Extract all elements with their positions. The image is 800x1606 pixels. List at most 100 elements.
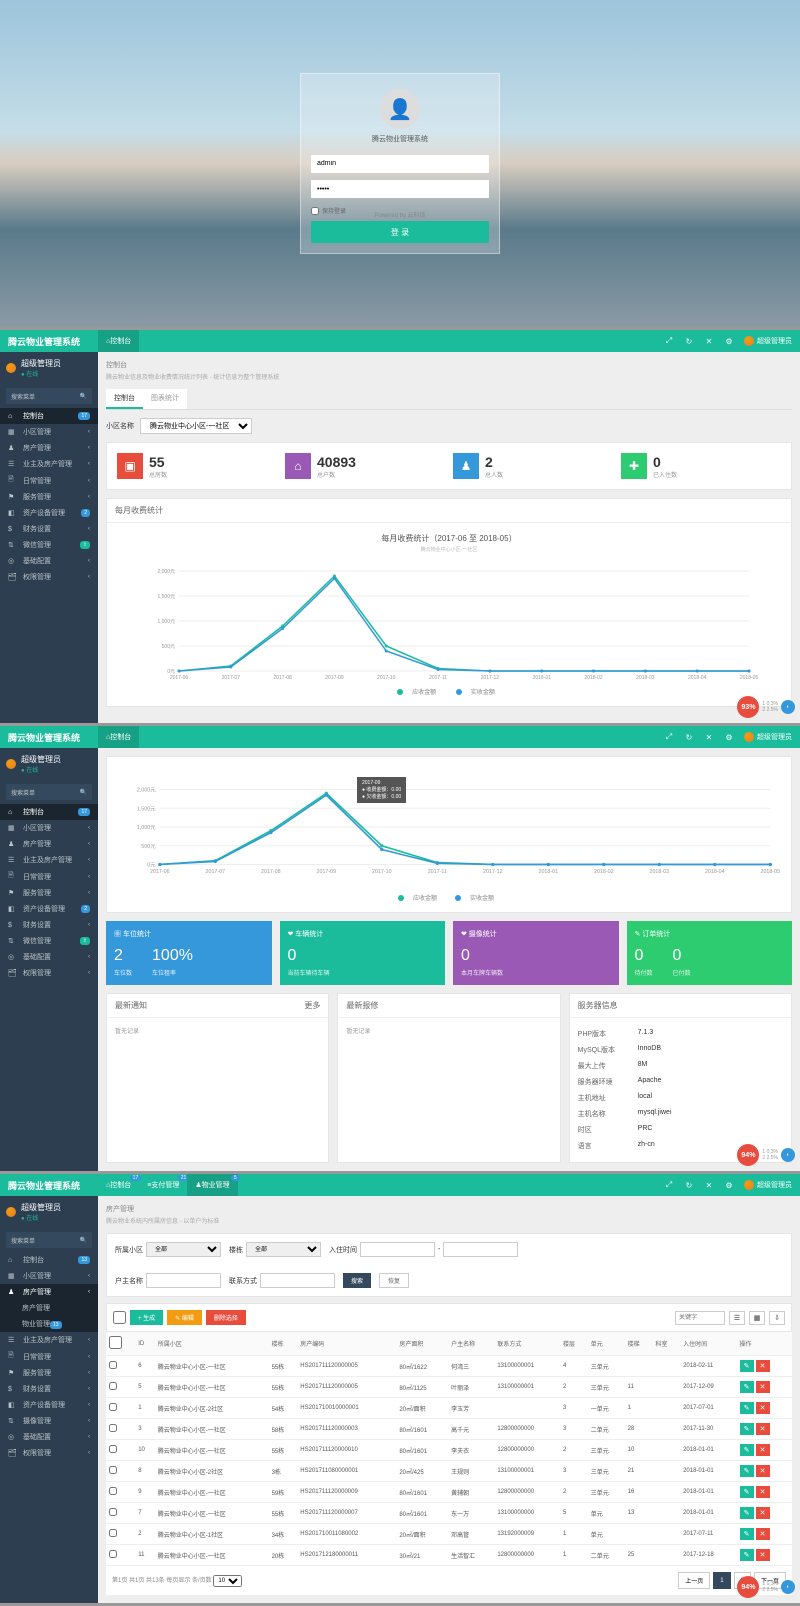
select-all-checkbox[interactable]	[113, 1311, 126, 1324]
delete-icon[interactable]: ✕	[756, 1528, 770, 1540]
sidebar-item[interactable]: ⚑服务管理‹	[0, 489, 98, 505]
delete-icon[interactable]: ✕	[756, 1360, 770, 1372]
edit-icon[interactable]: ✎	[740, 1360, 754, 1372]
sidebar-item[interactable]: 🗂权限管理‹	[0, 965, 98, 981]
sidebar-item[interactable]: $财务设置‹	[0, 1381, 98, 1397]
sidebar-item[interactable]: ⚑服务管理‹	[0, 885, 98, 901]
sidebar-item[interactable]: 🗂权限管理‹	[0, 1445, 98, 1461]
tab-property[interactable]: ♟ 物业管理5	[187, 1174, 237, 1196]
delete-icon[interactable]: ✕	[756, 1381, 770, 1393]
delete-button[interactable]: 删除选择	[206, 1310, 246, 1325]
sidebar-item[interactable]: ◎基础配置‹	[0, 1429, 98, 1445]
tab-dashboard[interactable]: ⌂ 控制台	[98, 726, 139, 748]
sidebar-item[interactable]: ♟房产管理‹	[0, 836, 98, 852]
sidebar-item[interactable]: $财务设置‹	[0, 521, 98, 537]
edit-icon[interactable]: ✎	[740, 1507, 754, 1519]
sidebar-item[interactable]: ◎基础配置‹	[0, 553, 98, 569]
sidebar-item[interactable]: ⇅微信管理⇧	[0, 933, 98, 949]
delete-icon[interactable]: ✕	[756, 1402, 770, 1414]
sidebar-item[interactable]: ◧资产设备管理2	[0, 901, 98, 917]
subtab-dashboard[interactable]: 控制台	[106, 389, 143, 409]
table-row[interactable]: 7腾云物业中心小区-一社区55栋HS20171112000000780㎡/160…	[106, 1503, 792, 1524]
delete-icon[interactable]: ✕	[756, 1507, 770, 1519]
search-button[interactable]: 搜索	[343, 1273, 371, 1288]
filter-date-from[interactable]	[360, 1242, 435, 1257]
fullscreen-icon[interactable]: ⤢	[664, 732, 674, 742]
page-1[interactable]: 1	[713, 1572, 730, 1589]
export-icon[interactable]: ⇩	[769, 1311, 785, 1325]
table-row[interactable]: 8腾云物业中心小区-2社区3栋HS20171108000000120㎡/425王…	[106, 1461, 792, 1482]
sidebar-item[interactable]: $财务设置‹	[0, 917, 98, 933]
table-row[interactable]: 11腾云物业中心小区-一社区20栋HS20171218000001130㎡/21…	[106, 1545, 792, 1566]
edit-icon[interactable]: ✎	[740, 1444, 754, 1456]
table-search[interactable]	[675, 1311, 725, 1325]
sidebar-item[interactable]: 🗂权限管理‹	[0, 569, 98, 585]
sidebar-item[interactable]: ▦小区管理‹	[0, 820, 98, 836]
add-button[interactable]: + 生成	[130, 1310, 163, 1325]
table-row[interactable]: 10腾云物业中心小区-一社区55栋HS20171112000001080㎡/16…	[106, 1440, 792, 1461]
sidebar-item[interactable]: ☰业主及房产管理‹	[0, 852, 98, 868]
view-list-icon[interactable]: ☰	[729, 1311, 745, 1325]
sidebar-item[interactable]: ◎基础配置‹	[0, 949, 98, 965]
tab-dashboard[interactable]: ⌂ 控制台	[98, 330, 139, 352]
sidebar-item[interactable]: ⌂控制台13	[0, 1252, 98, 1268]
close-icon[interactable]: ✕	[704, 732, 714, 742]
sidebar-item[interactable]: ♟房产管理‹	[0, 440, 98, 456]
table-row[interactable]: 5腾云物业中心小区-一社区55栋HS20171112000000580㎡/112…	[106, 1377, 792, 1398]
table-row[interactable]: 6腾云物业中心小区-一社区55栋HS20171112000000580㎡/162…	[106, 1356, 792, 1377]
edit-icon[interactable]: ✎	[740, 1465, 754, 1477]
edit-icon[interactable]: ✎	[740, 1402, 754, 1414]
delete-icon[interactable]: ✕	[756, 1465, 770, 1477]
sidebar-item[interactable]: ◧资产设备管理‹	[0, 1397, 98, 1413]
subtab-chart[interactable]: 图表统计	[143, 389, 187, 409]
sidebar-item[interactable]: ⌂控制台17	[0, 408, 98, 424]
export-button[interactable]: ✎ 编辑	[167, 1310, 202, 1325]
table-row[interactable]: 2腾云物业中心小区-1社区34栋HS20171001108000220㎡/面积邓…	[106, 1524, 792, 1545]
table-row[interactable]: 1腾云物业中心小区-2社区54栋HS20171001000000120㎡/面积李…	[106, 1398, 792, 1419]
filter-community[interactable]: 全部	[146, 1242, 221, 1257]
refresh-icon[interactable]: ↻	[684, 732, 694, 742]
sidebar-item[interactable]: 🗎日常管理‹	[0, 1348, 98, 1365]
tab-payment[interactable]: ≡ 支付管理21	[139, 1174, 187, 1196]
sidebar-item[interactable]: ▦小区管理‹	[0, 424, 98, 440]
filter-owner[interactable]	[146, 1273, 221, 1288]
login-button[interactable]: 登 录	[311, 221, 489, 243]
table-row[interactable]: 9腾云物业中心小区-一社区59栋HS20171112000000980㎡/160…	[106, 1482, 792, 1503]
sidebar-item[interactable]: 🗎日常管理‹	[0, 868, 98, 885]
sidebar-item[interactable]: 物业管理13	[0, 1316, 98, 1332]
edit-icon[interactable]: ✎	[740, 1381, 754, 1393]
edit-icon[interactable]: ✎	[740, 1528, 754, 1540]
sidebar-item[interactable]: ♟房产管理‹	[0, 1284, 98, 1300]
close-icon[interactable]: ✕	[704, 336, 714, 346]
edit-icon[interactable]: ✎	[740, 1549, 754, 1561]
sidebar-item[interactable]: ☰业主及房产管理‹	[0, 1332, 98, 1348]
delete-icon[interactable]: ✕	[756, 1486, 770, 1498]
sidebar-item[interactable]: ⇅微信管理⇧	[0, 537, 98, 553]
view-grid-icon[interactable]: ▦	[749, 1311, 765, 1325]
password-input[interactable]	[311, 180, 489, 198]
sidebar-item[interactable]: ⚑服务管理‹	[0, 1365, 98, 1381]
table-row[interactable]: 3腾云物业中心小区-一社区58栋HS20171112000000380㎡/160…	[106, 1419, 792, 1440]
delete-icon[interactable]: ✕	[756, 1423, 770, 1435]
community-select[interactable]: 腾云物业中心小区-一社区	[140, 418, 252, 434]
per-page-select[interactable]: 10	[213, 1575, 242, 1587]
sidebar-search[interactable]: 搜索菜单🔍	[6, 388, 92, 404]
sidebar-item[interactable]: ▦小区管理‹	[0, 1268, 98, 1284]
prev-page[interactable]: 上一页	[678, 1572, 710, 1589]
edit-icon[interactable]: ✎	[740, 1486, 754, 1498]
sidebar-item[interactable]: ◧资产设备管理2	[0, 505, 98, 521]
filter-floor[interactable]: 全部	[246, 1242, 321, 1257]
sidebar-item[interactable]: 房产管理	[0, 1300, 98, 1316]
settings-icon[interactable]: ⚙	[724, 336, 734, 346]
user-menu[interactable]: 超级管理员	[744, 336, 792, 346]
refresh-icon[interactable]: ↻	[684, 336, 694, 346]
sidebar-item[interactable]: ⇅摄像管理‹	[0, 1413, 98, 1429]
sidebar-item[interactable]: ⌂控制台17	[0, 804, 98, 820]
filter-date-to[interactable]	[443, 1242, 518, 1257]
edit-icon[interactable]: ✎	[740, 1423, 754, 1435]
username-input[interactable]	[311, 155, 489, 173]
tab-dashboard[interactable]: ⌂ 控制台17	[98, 1174, 139, 1196]
filter-contact[interactable]	[260, 1273, 335, 1288]
fullscreen-icon[interactable]: ⤢	[664, 336, 674, 346]
delete-icon[interactable]: ✕	[756, 1549, 770, 1561]
